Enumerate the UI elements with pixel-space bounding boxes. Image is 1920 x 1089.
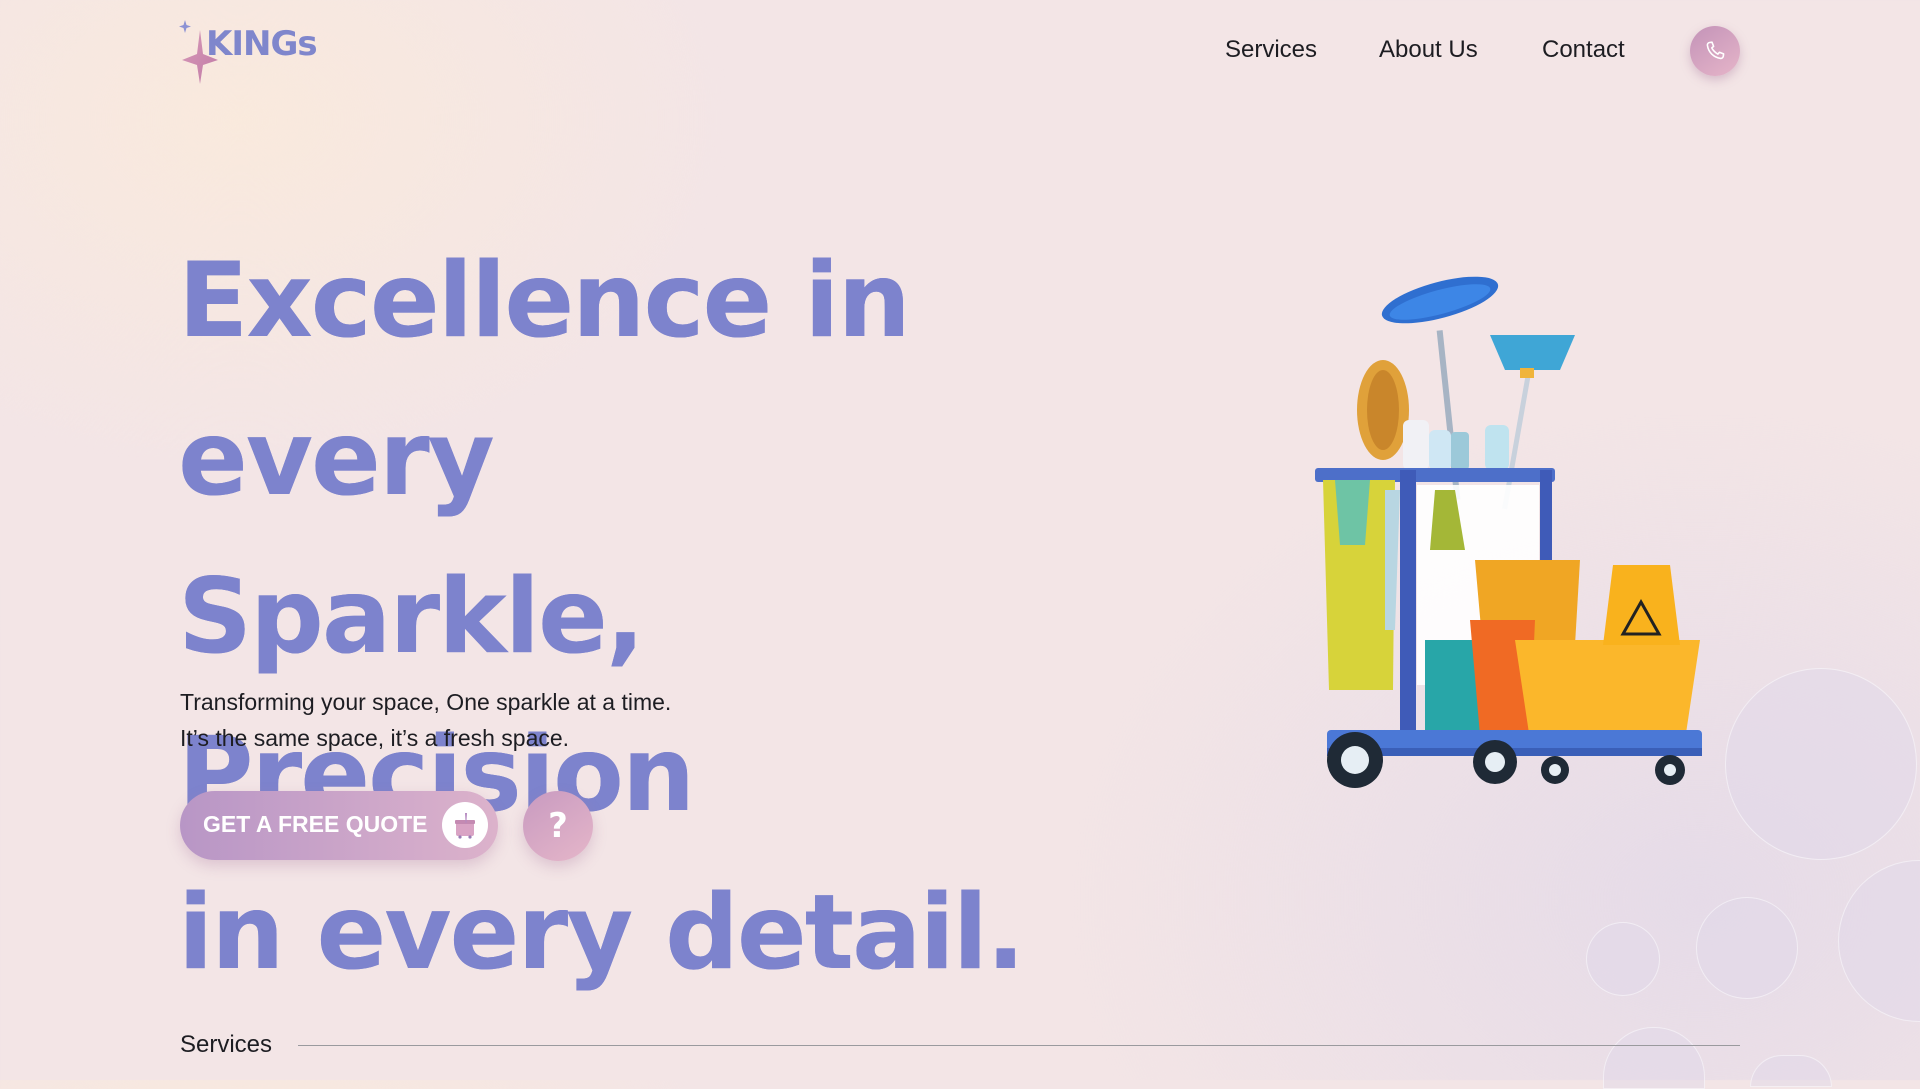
nav-contact[interactable]: Contact bbox=[1542, 36, 1625, 64]
brand-logo[interactable]: KINGs bbox=[178, 16, 318, 86]
decorative-bubble bbox=[1586, 922, 1660, 996]
hero-title: Excellence in every Sparkle, Precision i… bbox=[178, 222, 1138, 1012]
hero-title-line: in every detail. bbox=[178, 873, 1025, 993]
help-button[interactable]: ? bbox=[523, 791, 593, 861]
get-free-quote-button[interactable]: GET A FREE QUOTE bbox=[180, 791, 498, 860]
nav-services[interactable]: Services bbox=[1225, 36, 1317, 64]
services-section-heading: Services bbox=[180, 1031, 273, 1058]
nav-about-us[interactable]: About Us bbox=[1379, 36, 1478, 64]
decorative-bubble bbox=[1750, 1055, 1832, 1087]
cleaning-bucket-icon bbox=[442, 802, 488, 848]
phone-icon bbox=[1706, 41, 1725, 60]
hero-title-line: Excellence in every bbox=[178, 241, 911, 519]
hero-subtitle-line: Transforming your space, One sparkle at … bbox=[180, 689, 672, 715]
hero-subtitle-line: It’s the same space, it’s a fresh space. bbox=[180, 725, 570, 751]
phone-button[interactable] bbox=[1690, 26, 1740, 76]
quote-button-label: GET A FREE QUOTE bbox=[203, 811, 428, 837]
section-divider bbox=[298, 1045, 1740, 1046]
brand-name: KINGs bbox=[206, 24, 318, 64]
decorative-bubble bbox=[1838, 860, 1920, 1022]
cleaning-cart-illustration bbox=[1315, 276, 1702, 788]
hero-subtitle: Transforming your space, One sparkle at … bbox=[180, 684, 671, 756]
decorative-bubble bbox=[1696, 897, 1798, 999]
decorative-bubble bbox=[1725, 668, 1917, 860]
site-header: KINGs Services About Us Contact bbox=[0, 0, 1920, 100]
caution-sign-icon bbox=[1603, 565, 1680, 645]
broom-icon bbox=[1490, 335, 1575, 510]
spray-bottles-icon bbox=[1403, 420, 1509, 470]
duster-icon bbox=[1357, 360, 1409, 460]
